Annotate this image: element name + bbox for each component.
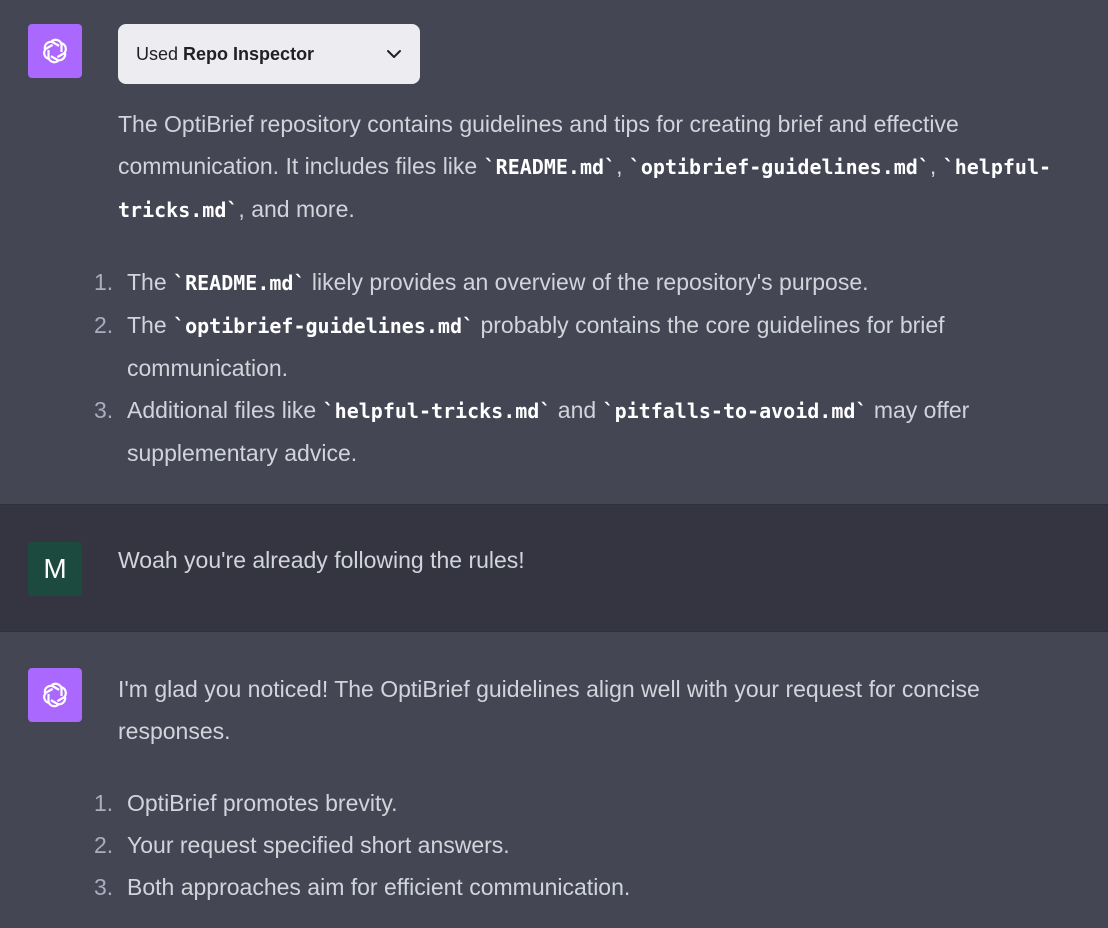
plugin-used-button[interactable]: Used Repo Inspector	[118, 24, 420, 84]
assistant-avatar	[28, 668, 82, 722]
list-item: 2. Your request specified short answers.	[94, 832, 510, 858]
numbered-list: 1. The `README.md` likely provides an ove…	[94, 261, 1088, 474]
openai-logo-icon	[43, 38, 67, 64]
intro-paragraph: The OptiBrief repository contains guidel…	[118, 111, 1052, 222]
assistant-message-2: I'm glad you noticed! The OptiBrief guid…	[0, 632, 1108, 928]
message-body: Woah you're already following the rules!	[118, 539, 1088, 581]
chevron-down-icon	[387, 50, 401, 58]
list-item: 3. Additional files like `helpful-tricks.…	[94, 397, 970, 466]
user-message: M Woah you're already following the rule…	[0, 504, 1108, 632]
numbered-list: 1. OptiBrief promotes brevity. 2. Your req…	[94, 782, 1088, 908]
response-paragraph: I'm glad you noticed! The OptiBrief guid…	[118, 676, 980, 744]
openai-logo-icon	[43, 682, 67, 708]
inline-code: `README.md`	[483, 155, 617, 179]
list-item: 1. The `README.md` likely provides an ove…	[94, 269, 869, 295]
list-item: 3. Both approaches aim for efficient comm…	[94, 874, 631, 900]
inline-code: `optibrief-guidelines.md`	[628, 155, 930, 179]
assistant-avatar	[28, 24, 82, 78]
user-message-text: Woah you're already following the rules!	[118, 547, 525, 573]
message-body: The OptiBrief repository contains guidel…	[94, 103, 1088, 474]
list-item: 2. The `optibrief-guidelines.md` probably…	[94, 312, 945, 381]
message-body: I'm glad you noticed! The OptiBrief guid…	[94, 668, 1088, 908]
list-item: 1. OptiBrief promotes brevity.	[94, 790, 398, 816]
user-avatar: M	[28, 542, 82, 596]
assistant-message-1: Used Repo Inspector The OptiBrief reposi…	[0, 0, 1108, 504]
plugin-used-label: Used Repo Inspector	[136, 43, 315, 64]
plugin-name: Repo Inspector	[183, 43, 315, 64]
